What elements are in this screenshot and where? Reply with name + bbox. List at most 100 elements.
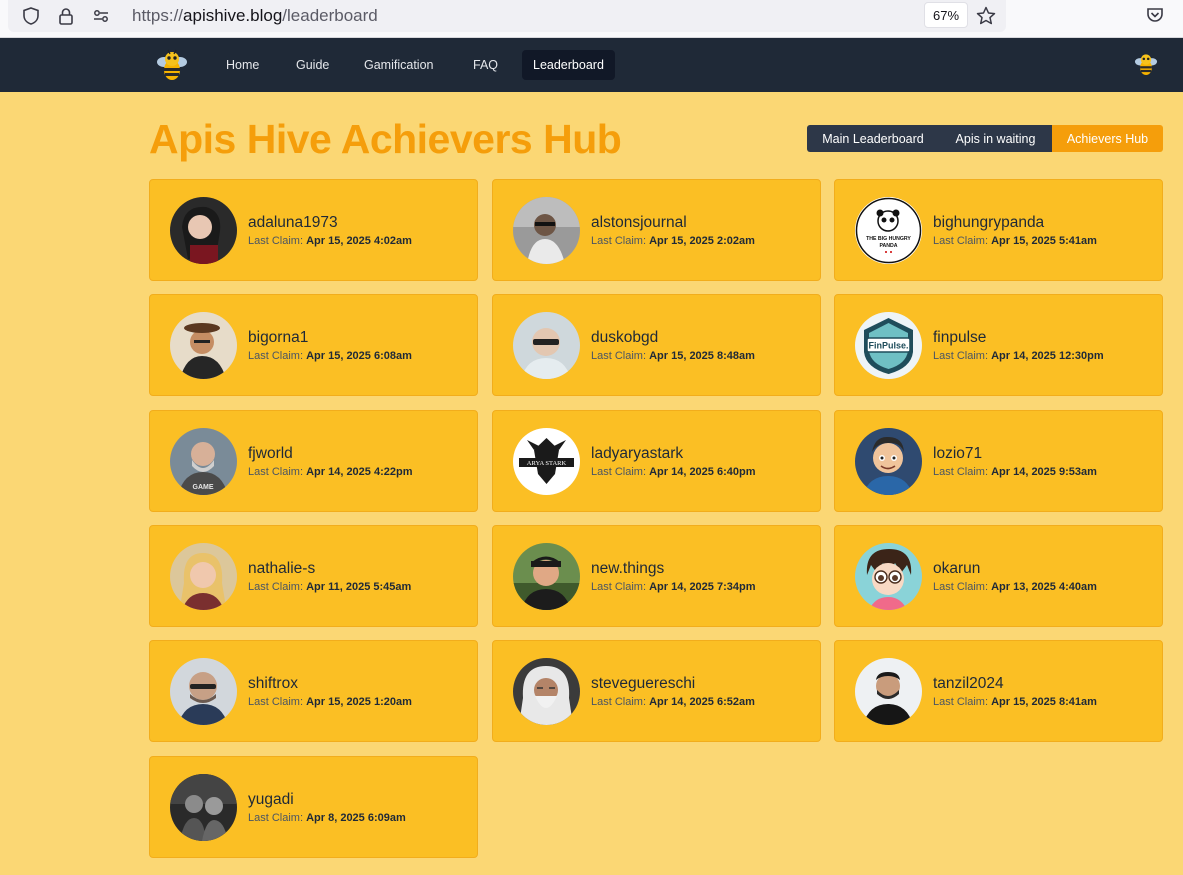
- achiever-avatar: [855, 658, 922, 725]
- achiever-username[interactable]: nathalie-s: [248, 560, 315, 578]
- achiever-avatar: [513, 543, 580, 610]
- achiever-card[interactable]: alstonsjournal Last Claim: Apr 15, 2025 2…: [492, 179, 821, 281]
- permissions-icon[interactable]: [88, 3, 114, 29]
- pocket-icon[interactable]: [1142, 2, 1168, 28]
- last-claim-label: Last Claim:: [248, 235, 304, 247]
- last-claim-time: Apr 15, 2025 6:08am: [306, 350, 412, 362]
- achiever-card[interactable]: tanzil2024 Last Claim: Apr 15, 2025 8:41a…: [834, 640, 1163, 742]
- achiever-card[interactable]: FinPulse. finpulse Last Claim: Apr 14, 202…: [834, 294, 1163, 396]
- last-claim-time: Apr 14, 2025 4:22pm: [306, 466, 413, 478]
- achiever-last-claim: Last Claim: Apr 15, 2025 5:41am: [933, 235, 1097, 247]
- last-claim-label: Last Claim:: [591, 581, 647, 593]
- bee-logo-icon[interactable]: [153, 46, 191, 84]
- achiever-username[interactable]: lozio71: [933, 445, 982, 463]
- nav-home[interactable]: Home: [215, 50, 270, 80]
- achiever-username[interactable]: okarun: [933, 560, 980, 578]
- last-claim-label: Last Claim:: [591, 696, 647, 708]
- achiever-avatar: FinPulse.: [855, 312, 922, 379]
- svg-text:THE BIG HUNGRY: THE BIG HUNGRY: [866, 236, 911, 242]
- achiever-avatar: ARYA STARK: [513, 428, 580, 495]
- achiever-card[interactable]: adaluna1973 Last Claim: Apr 15, 2025 4:02…: [149, 179, 478, 281]
- achiever-card[interactable]: GAME fjworld Last Claim: Apr 14, 2025 4:22…: [149, 410, 478, 512]
- achiever-avatar: [170, 658, 237, 725]
- tab-main-leaderboard[interactable]: Main Leaderboard: [807, 125, 939, 152]
- tab-achievers-hub[interactable]: Achievers Hub: [1052, 125, 1163, 152]
- shield-icon[interactable]: [18, 3, 44, 29]
- achiever-username[interactable]: bighungrypanda: [933, 214, 1044, 232]
- achiever-card[interactable]: okarun Last Claim: Apr 13, 2025 4:40am: [834, 525, 1163, 627]
- achiever-last-claim: Last Claim: Apr 14, 2025 9:53am: [933, 466, 1097, 478]
- achiever-avatar: [170, 774, 237, 841]
- achiever-username[interactable]: adaluna1973: [248, 214, 338, 232]
- achiever-username[interactable]: shiftrox: [248, 675, 298, 693]
- last-claim-label: Last Claim:: [933, 696, 989, 708]
- svg-text:FinPulse.: FinPulse.: [868, 341, 908, 351]
- achiever-card[interactable]: shiftrox Last Claim: Apr 15, 2025 1:20am: [149, 640, 478, 742]
- achiever-card[interactable]: steveguereschi Last Claim: Apr 14, 2025 6…: [492, 640, 821, 742]
- achiever-avatar: GAME: [170, 428, 237, 495]
- achiever-avatar: [855, 543, 922, 610]
- url-text[interactable]: https://apishive.blog/leaderboard: [132, 6, 378, 26]
- achiever-username[interactable]: bigorna1: [248, 329, 308, 347]
- achiever-username[interactable]: fjworld: [248, 445, 293, 463]
- last-claim-label: Last Claim:: [933, 581, 989, 593]
- nav-gamification[interactable]: Gamification: [353, 50, 444, 80]
- achiever-last-claim: Last Claim: Apr 15, 2025 8:41am: [933, 696, 1097, 708]
- achiever-last-claim: Last Claim: Apr 15, 2025 8:48am: [591, 350, 755, 362]
- achiever-avatar: [170, 312, 237, 379]
- achiever-avatar: [513, 658, 580, 725]
- achiever-last-claim: Last Claim: Apr 8, 2025 6:09am: [248, 812, 406, 824]
- last-claim-label: Last Claim:: [248, 466, 304, 478]
- achiever-last-claim: Last Claim: Apr 14, 2025 6:52am: [591, 696, 755, 708]
- achiever-last-claim: Last Claim: Apr 14, 2025 6:40pm: [591, 466, 755, 478]
- svg-text:ARYA STARK: ARYA STARK: [527, 460, 567, 467]
- achiever-card[interactable]: duskobgd Last Claim: Apr 15, 2025 8:48am: [492, 294, 821, 396]
- achiever-username[interactable]: duskobgd: [591, 329, 658, 347]
- achiever-card[interactable]: nathalie-s Last Claim: Apr 11, 2025 5:45a…: [149, 525, 478, 627]
- address-bar[interactable]: https://apishive.blog/leaderboard 67%: [8, 0, 1006, 32]
- achiever-card[interactable]: bigorna1 Last Claim: Apr 15, 2025 6:08am: [149, 294, 478, 396]
- user-avatar[interactable]: [1132, 50, 1160, 78]
- last-claim-label: Last Claim:: [248, 696, 304, 708]
- achiever-username[interactable]: new.things: [591, 560, 664, 578]
- last-claim-time: Apr 15, 2025 8:41am: [991, 696, 1097, 708]
- achiever-username[interactable]: finpulse: [933, 329, 986, 347]
- last-claim-label: Last Claim:: [591, 350, 647, 362]
- achiever-avatar: [170, 197, 237, 264]
- tab-apis-in-waiting[interactable]: Apis in waiting: [939, 125, 1052, 152]
- last-claim-time: Apr 13, 2025 4:40am: [991, 581, 1097, 593]
- achiever-avatar: THE BIG HUNGRY PANDA: [855, 197, 922, 264]
- nav-faq[interactable]: FAQ: [462, 50, 509, 80]
- achiever-card[interactable]: new.things Last Claim: Apr 14, 2025 7:34p…: [492, 525, 821, 627]
- achiever-username[interactable]: yugadi: [248, 791, 294, 809]
- achiever-card[interactable]: lozio71 Last Claim: Apr 14, 2025 9:53am: [834, 410, 1163, 512]
- achiever-last-claim: Last Claim: Apr 14, 2025 7:34pm: [591, 581, 755, 593]
- last-claim-label: Last Claim:: [248, 350, 304, 362]
- last-claim-label: Last Claim:: [248, 581, 304, 593]
- page-title: Apis Hive Achievers Hub: [149, 116, 622, 162]
- achiever-username[interactable]: alstonsjournal: [591, 214, 687, 232]
- last-claim-time: Apr 15, 2025 4:02am: [306, 235, 412, 247]
- last-claim-time: Apr 15, 2025 1:20am: [306, 696, 412, 708]
- url-scheme: https://: [132, 6, 184, 25]
- achiever-last-claim: Last Claim: Apr 11, 2025 5:45am: [248, 581, 411, 593]
- achiever-username[interactable]: ladyaryastark: [591, 445, 683, 463]
- achiever-avatar: [513, 312, 580, 379]
- achiever-username[interactable]: tanzil2024: [933, 675, 1004, 693]
- achiever-card[interactable]: THE BIG HUNGRY PANDA bighungrypanda Last Cl…: [834, 179, 1163, 281]
- star-bookmark-icon[interactable]: [973, 3, 999, 29]
- achiever-card[interactable]: yugadi Last Claim: Apr 8, 2025 6:09am: [149, 756, 478, 858]
- last-claim-time: Apr 14, 2025 7:34pm: [649, 581, 756, 593]
- achiever-card[interactable]: ARYA STARK ladyaryastark Last Claim: Apr 1…: [492, 410, 821, 512]
- nav-leaderboard[interactable]: Leaderboard: [522, 50, 615, 80]
- browser-toolbar: https://apishive.blog/leaderboard 67%: [0, 0, 1183, 38]
- last-claim-time: Apr 8, 2025 6:09am: [306, 812, 406, 824]
- lock-icon[interactable]: [53, 3, 79, 29]
- zoom-level-button[interactable]: 67%: [924, 2, 968, 28]
- achiever-avatar: [855, 428, 922, 495]
- url-path: /leaderboard: [282, 6, 378, 25]
- achiever-last-claim: Last Claim: Apr 15, 2025 1:20am: [248, 696, 412, 708]
- last-claim-time: Apr 11, 2025 5:45am: [306, 581, 412, 593]
- nav-guide[interactable]: Guide: [285, 50, 340, 80]
- achiever-username[interactable]: steveguereschi: [591, 675, 695, 693]
